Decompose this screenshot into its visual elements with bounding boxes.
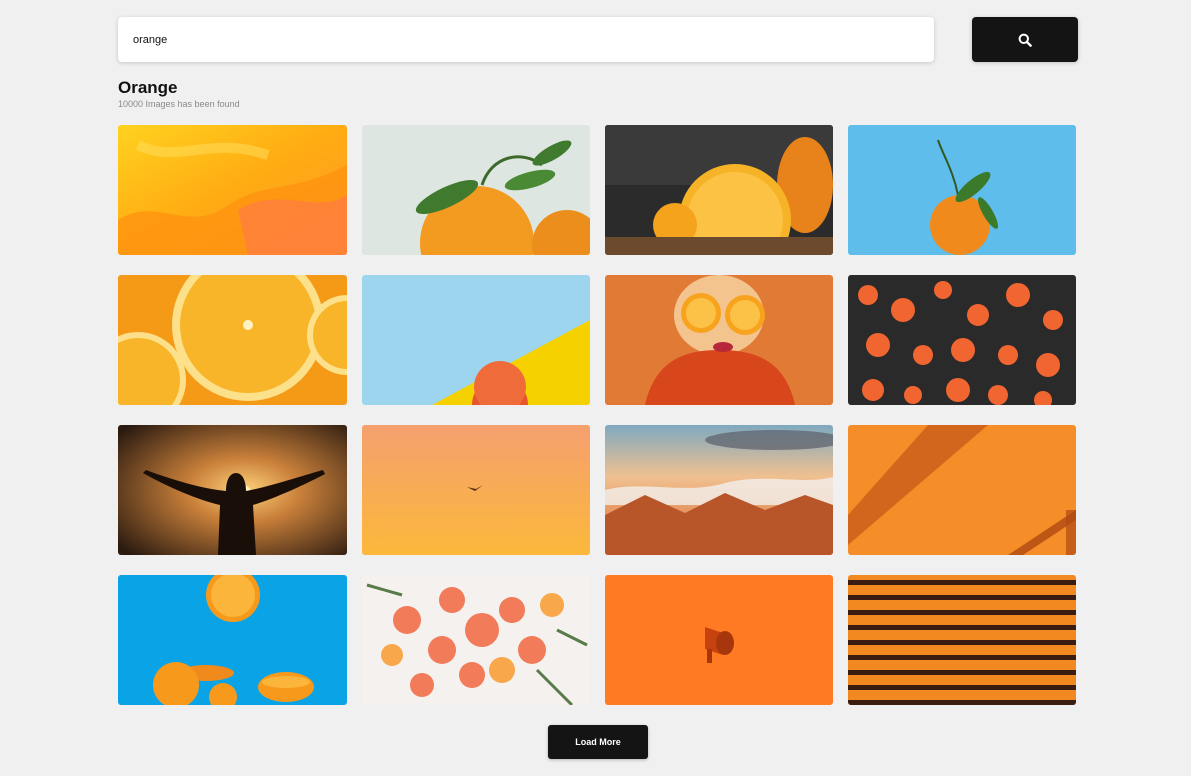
image-card[interactable] (605, 425, 833, 555)
image-card[interactable] (605, 125, 833, 255)
load-more-button[interactable]: Load More (548, 725, 648, 759)
image-card[interactable] (362, 275, 590, 405)
search-button[interactable] (972, 17, 1078, 62)
megaphone-on-orange-image (605, 575, 833, 705)
orange-paint-swirl-image (118, 125, 347, 255)
image-card[interactable] (118, 425, 347, 555)
image-card[interactable] (118, 275, 347, 405)
man-silhouette-sunset-image (118, 425, 347, 555)
grapefruit-on-blue-yellow-image (362, 275, 590, 405)
image-card[interactable] (118, 575, 347, 705)
orange-slices-image (118, 275, 347, 405)
orange-wall-shadow-image (848, 425, 1076, 555)
results-title: Orange (118, 78, 178, 97)
image-card[interactable] (848, 575, 1076, 705)
orange-flowers-image (848, 275, 1076, 405)
bird-orange-sky-image (362, 425, 590, 555)
citrus-slices-rosemary-image (362, 575, 590, 705)
image-card[interactable] (605, 575, 833, 705)
tangerine-on-blue-image (848, 125, 1076, 255)
image-card[interactable] (118, 125, 347, 255)
oranges-falling-image (118, 575, 347, 705)
image-card[interactable] (848, 275, 1076, 405)
image-card[interactable] (362, 575, 590, 705)
image-card[interactable] (605, 275, 833, 405)
results-count: 10000 Images has been found (118, 99, 240, 109)
image-card[interactable] (362, 125, 590, 255)
woman-with-orange-halves-image (605, 275, 833, 405)
search-icon (1018, 33, 1032, 47)
halved-orange-image (605, 125, 833, 255)
image-card[interactable] (848, 125, 1076, 255)
mountains-sunset-image (605, 425, 833, 555)
image-card[interactable] (362, 425, 590, 555)
orange-stripes-image (848, 575, 1076, 705)
search-input[interactable] (118, 17, 934, 62)
image-grid (118, 125, 1078, 705)
image-card[interactable] (848, 425, 1076, 555)
oranges-with-leaves-image (362, 125, 590, 255)
